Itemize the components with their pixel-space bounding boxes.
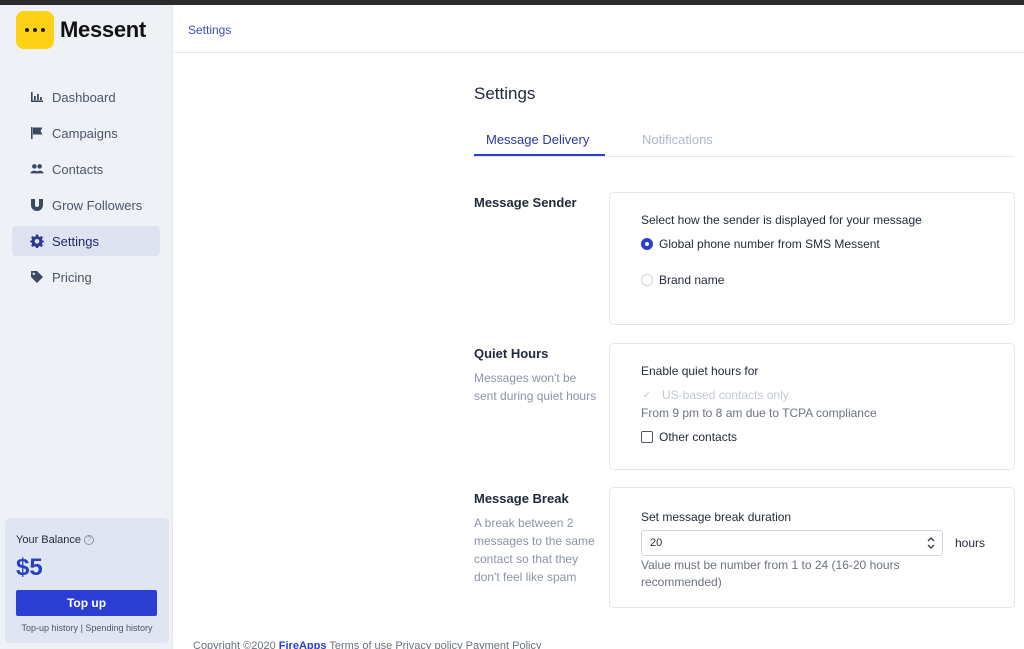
flag-icon <box>31 127 43 139</box>
sidebar-item-settings[interactable]: Settings <box>12 226 160 256</box>
balance-label: Your Balance ? <box>16 534 95 546</box>
settings-tabs: Message Delivery Notifications <box>474 124 1014 157</box>
users-icon <box>30 164 44 174</box>
break-hint: Value must be number from 1 to 24 (16-20… <box>641 558 900 589</box>
other-contacts-checkbox[interactable]: Other contacts <box>641 430 737 444</box>
sidebar-item-label: Dashboard <box>52 89 116 105</box>
sidebar-item-label: Settings <box>52 233 99 249</box>
radio-label: Brand name <box>659 273 725 287</box>
sidebar-item-contacts[interactable]: Contacts <box>12 154 160 184</box>
sidebar-item-grow-followers[interactable]: Grow Followers <box>12 190 160 220</box>
gear-icon <box>30 234 44 248</box>
top-up-button[interactable]: Top up <box>16 590 157 616</box>
tcpa-note: From 9 pm to 8 am due to TCPA compliance <box>641 406 877 420</box>
copyright-text: Copyright ©2020 <box>193 640 276 649</box>
company-link[interactable]: FireApps <box>279 640 327 649</box>
top-header: Settings <box>174 5 1024 53</box>
balance-links: Top-up history | Spending history <box>5 623 169 633</box>
checkbox-icon <box>641 431 653 443</box>
check-icon: ✓ <box>642 389 652 401</box>
messent-logo-icon <box>16 11 54 49</box>
message-break-description: A break between 2 messages to the same c… <box>474 516 595 584</box>
tab-notifications[interactable]: Notifications <box>642 132 713 147</box>
break-duration-value: 20 <box>650 537 663 549</box>
hours-unit: hours <box>955 536 986 550</box>
us-contacts-option: ✓ US-based contacts only <box>641 388 789 402</box>
balance-label-text: Your Balance <box>16 534 82 546</box>
links-separator: | <box>80 623 83 633</box>
sidebar-item-label: Campaigns <box>52 125 118 141</box>
tag-icon <box>31 271 43 283</box>
quiet-hours-card: Enable quiet hours for ✓ US-based contac… <box>609 343 1015 470</box>
sidebar-item-label: Contacts <box>52 161 104 177</box>
sidebar-nav: Dashboard Campaigns Contacts Grow Follow… <box>12 82 160 298</box>
chart-icon <box>31 92 43 102</box>
magnet-icon <box>31 199 43 211</box>
quiet-hours-prompt: Enable quiet hours for <box>641 364 759 378</box>
sidebar-item-pricing[interactable]: Pricing <box>12 262 160 292</box>
brand-logo[interactable]: Messent <box>16 11 146 49</box>
balance-amount: $5 <box>16 554 43 581</box>
topup-history-link[interactable]: Top-up history <box>22 623 79 633</box>
radio-checked-icon <box>641 238 653 250</box>
page-title: Settings <box>474 84 536 103</box>
footer: Copyright ©2020 FireApps Terms of use Pr… <box>193 640 541 649</box>
help-icon[interactable]: ? <box>84 535 95 545</box>
quiet-hours-description: Messages won't be sent during quiet hour… <box>474 371 597 403</box>
balance-panel: Your Balance ? $5 Top up Top-up history … <box>5 518 169 643</box>
radio-brand-name[interactable]: Brand name <box>641 273 724 287</box>
sidebar-item-campaigns[interactable]: Campaigns <box>12 118 160 148</box>
tab-message-delivery[interactable]: Message Delivery <box>486 132 589 147</box>
break-prompt: Set message break duration <box>641 510 792 524</box>
sender-prompt: Select how the sender is displayed for y… <box>641 213 922 227</box>
message-sender-card: Select how the sender is displayed for y… <box>609 192 1015 325</box>
sidebar-item-label: Pricing <box>52 269 92 285</box>
sidebar-item-dashboard[interactable]: Dashboard <box>12 82 160 112</box>
message-break-card: Set message break duration 20 hours Valu… <box>609 487 1015 608</box>
other-contacts-label: Other contacts <box>659 430 738 444</box>
brand-name: Messent <box>60 17 146 42</box>
spinner-arrows-icon[interactable] <box>926 534 936 552</box>
quiet-hours-title: Quiet Hours <box>474 346 549 361</box>
radio-label: Global phone number from SMS Messent <box>659 237 880 251</box>
footer-links[interactable]: Terms of use Privacy policy Payment Poli… <box>329 640 541 649</box>
message-break-title: Message Break <box>474 491 569 506</box>
radio-global-number[interactable]: Global phone number from SMS Messent <box>641 237 880 251</box>
radio-unchecked-icon <box>641 274 653 286</box>
spending-history-link[interactable]: Spending history <box>85 623 152 633</box>
message-sender-title: Message Sender <box>474 195 577 210</box>
break-duration-input[interactable]: 20 <box>641 530 943 556</box>
sidebar: Messent Dashboard Campaigns Contacts Gro… <box>0 5 173 649</box>
breadcrumb[interactable]: Settings <box>188 23 231 37</box>
sidebar-item-label: Grow Followers <box>52 197 143 213</box>
active-tab-indicator <box>474 154 605 156</box>
us-contacts-label: US-based contacts only <box>662 388 789 402</box>
